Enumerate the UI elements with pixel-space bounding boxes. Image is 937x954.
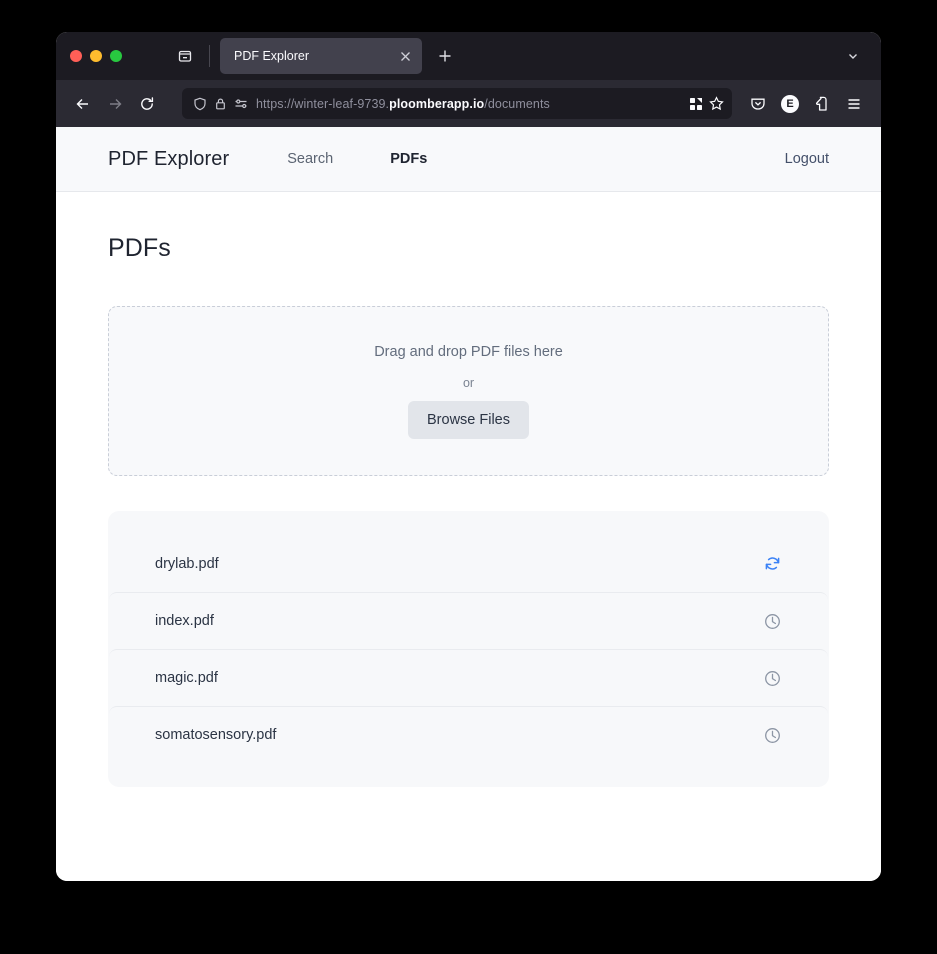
file-name: drylab.pdf (155, 555, 219, 572)
url-bar[interactable]: https://winter-leaf-9739.ploomberapp.io/… (182, 88, 732, 119)
account-avatar[interactable]: E (775, 89, 805, 119)
file-name: magic.pdf (155, 670, 218, 686)
dropzone-or-label: or (462, 375, 475, 390)
dropzone-prompt: Drag and drop PDF files here (374, 343, 563, 360)
plus-icon[interactable] (430, 41, 460, 71)
reload-icon[interactable] (132, 89, 162, 119)
file-list-item[interactable]: somatosensory.pdf (109, 706, 828, 763)
url-path: /documents (484, 96, 550, 111)
chevron-down-icon[interactable] (839, 42, 867, 70)
logout-link[interactable]: Logout (785, 151, 829, 167)
tab-title: PDF Explorer (234, 49, 310, 63)
tracking-settings-icon[interactable] (234, 97, 249, 110)
url-bar-actions (689, 96, 724, 111)
file-list: drylab.pdf index.pdf magic.pdf somatosen… (108, 511, 829, 787)
tab-list-icon[interactable] (172, 43, 198, 69)
forward-arrow-icon[interactable] (100, 89, 130, 119)
minimize-window-button[interactable] (90, 50, 102, 62)
browser-toolbar: https://winter-leaf-9739.ploomberapp.io/… (56, 80, 881, 127)
close-icon[interactable] (394, 45, 416, 67)
main-nav: Search PDFs (287, 151, 427, 167)
file-list-item[interactable]: drylab.pdf (109, 535, 828, 592)
browse-files-button[interactable]: Browse Files (408, 400, 529, 439)
file-dropzone[interactable]: Drag and drop PDF files here or Browse F… (108, 306, 829, 476)
window-controls (70, 50, 122, 62)
sync-icon[interactable] (762, 554, 782, 574)
back-arrow-icon[interactable] (68, 89, 98, 119)
avatar: E (781, 94, 799, 113)
file-name: index.pdf (155, 613, 214, 629)
nav-item-pdfs[interactable]: PDFs (390, 151, 427, 167)
file-list-item[interactable]: magic.pdf (109, 649, 828, 706)
maximize-window-button[interactable] (110, 50, 122, 62)
url-text: https://winter-leaf-9739.ploomberapp.io/… (256, 97, 682, 111)
clock-icon[interactable] (762, 611, 782, 631)
puzzle-grid-icon[interactable] (689, 97, 703, 111)
extensions-icon[interactable] (807, 89, 837, 119)
star-icon[interactable] (709, 96, 724, 111)
tab-strip: PDF Explorer (56, 32, 881, 80)
browser-tab[interactable]: PDF Explorer (220, 38, 422, 74)
lock-icon[interactable] (214, 97, 227, 110)
close-window-button[interactable] (70, 50, 82, 62)
page-title: PDFs (108, 234, 171, 262)
browser-window: PDF Explorer https://winter-leaf-9739.pl… (56, 32, 881, 881)
page-content: PDFs Drag and drop PDF files here or Bro… (56, 192, 881, 881)
tab-separator (209, 45, 210, 67)
nav-item-search[interactable]: Search (287, 151, 333, 167)
hamburger-menu-icon[interactable] (839, 89, 869, 119)
file-name: somatosensory.pdf (155, 727, 277, 743)
toolbar-actions: E (743, 89, 869, 119)
url-domain: ploomberapp.io (389, 96, 485, 111)
shield-icon[interactable] (193, 97, 207, 111)
web-page: PDF Explorer Search PDFs Logout PDFs Dra… (56, 127, 881, 881)
url-prefix: https://winter-leaf-9739. (256, 96, 390, 111)
pocket-icon[interactable] (743, 89, 773, 119)
app-brand: PDF Explorer (108, 147, 230, 170)
file-list-item[interactable]: index.pdf (109, 592, 828, 649)
clock-icon[interactable] (762, 668, 782, 688)
clock-icon[interactable] (762, 725, 782, 745)
app-header: PDF Explorer Search PDFs Logout (56, 127, 881, 192)
